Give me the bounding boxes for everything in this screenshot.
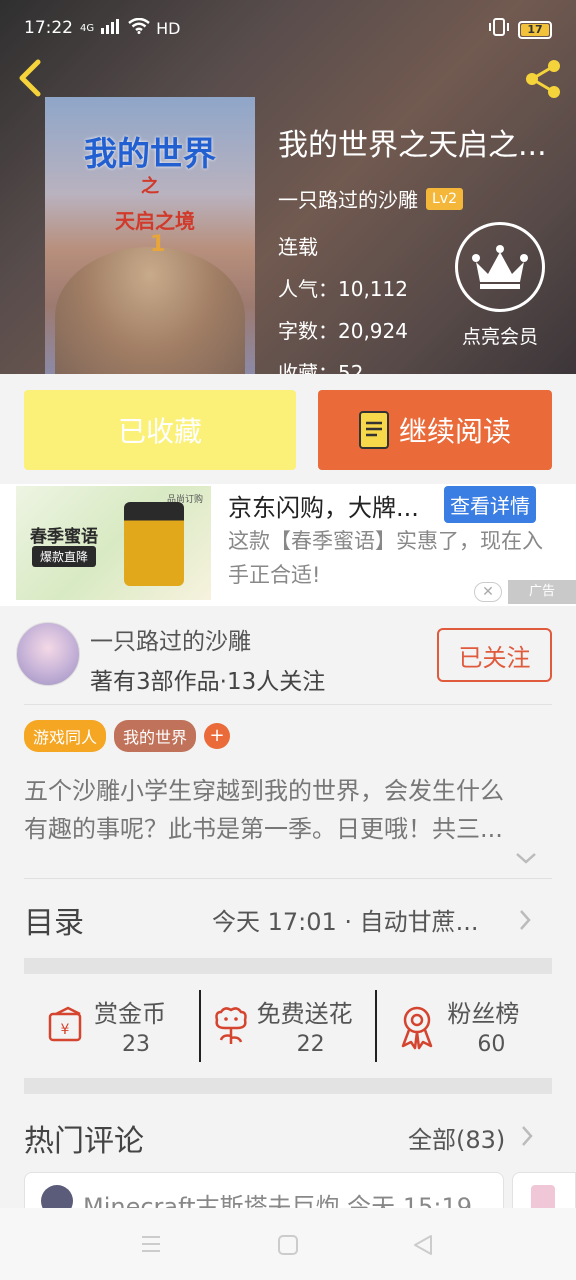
wifi-icon [128, 17, 150, 38]
latest-chapter[interactable]: 今天 17:01 · 自动甘蔗... [212, 902, 502, 937]
share-icon [526, 60, 560, 98]
divider [24, 878, 552, 879]
book-description[interactable]: 五个沙雕小学生穿越到我的世界，会发生什么 有趣的事呢？此书是第一季。日更哦！共三… [24, 772, 554, 848]
continue-reading-button[interactable]: 继续阅读 [318, 390, 552, 470]
battery-icon: 17 [518, 20, 552, 39]
book-favorites: 收藏：52 [278, 361, 364, 374]
ad-image-tag: 春季蜜语 [30, 527, 98, 547]
system-navbar [0, 1208, 576, 1280]
all-comments-link[interactable]: 全部(83) [408, 1120, 505, 1155]
flower-icon [211, 1004, 251, 1052]
status-right: 17 [488, 18, 552, 41]
home-icon [278, 1235, 298, 1255]
cover-number: 1 [150, 232, 166, 257]
description-line-1: 五个沙雕小学生穿越到我的世界，会发生什么 [24, 777, 504, 805]
ad-mark: 广告 [508, 580, 576, 604]
action-bar: 已收藏 继续阅读 [0, 374, 576, 484]
cover-title: 我的世界 [84, 134, 216, 173]
send-flower-value: 22 [296, 1032, 325, 1057]
cover-mid: 之 [141, 176, 159, 197]
author-name[interactable]: 一只路过的沙雕 [90, 622, 251, 656]
share-button[interactable] [522, 58, 564, 104]
add-tag-button[interactable]: + [204, 723, 231, 749]
ad-image[interactable]: 品尚订购 春季蜜语 爆款直降 [16, 486, 211, 600]
book-title: 我的世界之天启之... [278, 128, 547, 163]
battery-level: 17 [527, 22, 543, 36]
reward-coins-label: 赏金币 [94, 1000, 166, 1028]
author-card[interactable]: 一只路过的沙雕 著有3部作品·13人关注 已关注 [0, 606, 576, 706]
expand-description-button[interactable] [514, 850, 538, 869]
book-header: 17:22 4G HD 17 我的世界 之 天启之境 1 我的世界之天启之...… [0, 0, 576, 374]
catalog-label: 目录 [24, 906, 84, 941]
member-label: 点亮会员 [461, 326, 538, 348]
book-icon [358, 411, 389, 449]
hd-label: HD [156, 18, 181, 38]
honey-jar-image [124, 502, 184, 586]
home-button[interactable] [277, 1234, 299, 1260]
cover-art [55, 247, 245, 374]
book-author-row[interactable]: 一只路过的沙雕 Lv2 [278, 184, 570, 213]
ad-title[interactable]: 京东闪购，大牌... [228, 488, 438, 523]
network-type: 4G [80, 22, 95, 34]
author-meta: 著有3部作品·13人关注 [90, 669, 326, 695]
book-cover[interactable]: 我的世界 之 天启之境 1 [45, 97, 255, 374]
chevron-left-icon [19, 59, 41, 97]
hot-comments-title: 热门评论 [24, 1124, 144, 1159]
tag-list: 游戏同人 我的世界 + [24, 720, 231, 752]
reward-coins-value: 23 [122, 1032, 150, 1057]
section-separator [24, 1078, 552, 1094]
catalog-row[interactable]: 目录 今天 17:01 · 自动甘蔗... [0, 880, 576, 960]
tag-minecraft[interactable]: 我的世界 [114, 720, 197, 752]
back-button[interactable] [14, 58, 46, 102]
vibrate-icon [488, 18, 510, 41]
crown-icon [455, 222, 545, 312]
hot-comments-header: 热门评论 全部(83) [0, 1110, 576, 1166]
status-bar: 17:22 4G HD 17 [0, 0, 576, 56]
level-badge: Lv2 [426, 187, 463, 210]
ribbon-medal-icon [397, 1004, 437, 1054]
ad-details-button[interactable]: 查看详情 [444, 486, 536, 523]
send-flower-label: 免费送花 [256, 1000, 353, 1028]
fan-ranking-value: 60 [477, 1032, 506, 1057]
status-time: 17:22 [24, 18, 73, 38]
ad-banner[interactable]: 品尚订购 春季蜜语 爆款直降 京东闪购，大牌... 查看详情 这款【春季蜜语】实… [0, 484, 576, 606]
divider [24, 704, 552, 705]
fan-ranking-button[interactable]: 粉丝榜 60 [375, 990, 552, 1062]
signal-icon [100, 18, 122, 38]
menu-button[interactable] [140, 1234, 162, 1258]
status-network: 4G HD [80, 17, 181, 38]
back-nav-button[interactable] [412, 1234, 434, 1260]
description-line-2: 有趣的事呢？此书是第一季。日更哦！共三... [24, 815, 503, 843]
cover-subtitle: 天启之境 [115, 209, 195, 233]
ad-image-tag2: 爆款直降 [32, 546, 97, 567]
menu-icon [142, 1236, 160, 1252]
reward-coin-icon: ¥ [44, 1004, 88, 1052]
chevron-right-icon [518, 908, 532, 936]
svg-text:¥: ¥ [61, 1022, 70, 1038]
ad-close-icon[interactable]: ✕ [474, 582, 502, 602]
member-button[interactable]: 点亮会员 [445, 222, 555, 349]
section-separator [24, 958, 552, 974]
follow-button[interactable]: 已关注 [437, 628, 552, 682]
avatar[interactable] [16, 622, 80, 686]
send-flower-button[interactable]: 免费送花 22 [198, 990, 376, 1062]
favorited-button[interactable]: 已收藏 [24, 390, 296, 470]
triangle-back-icon [414, 1235, 432, 1255]
reward-coins-button[interactable]: ¥ 赏金币 23 [24, 990, 199, 1062]
fan-ranking-label: 粉丝榜 [447, 1000, 520, 1028]
continue-reading-label: 继续阅读 [398, 415, 511, 448]
engagement-bar: ¥ 赏金币 23 免费送花 22 粉丝榜 60 [24, 990, 552, 1062]
tag-game-fanfic[interactable]: 游戏同人 [24, 720, 107, 752]
chevron-right-icon [520, 1124, 534, 1152]
chevron-down-icon [516, 853, 536, 864]
book-author[interactable]: 一只路过的沙雕 [278, 184, 418, 213]
